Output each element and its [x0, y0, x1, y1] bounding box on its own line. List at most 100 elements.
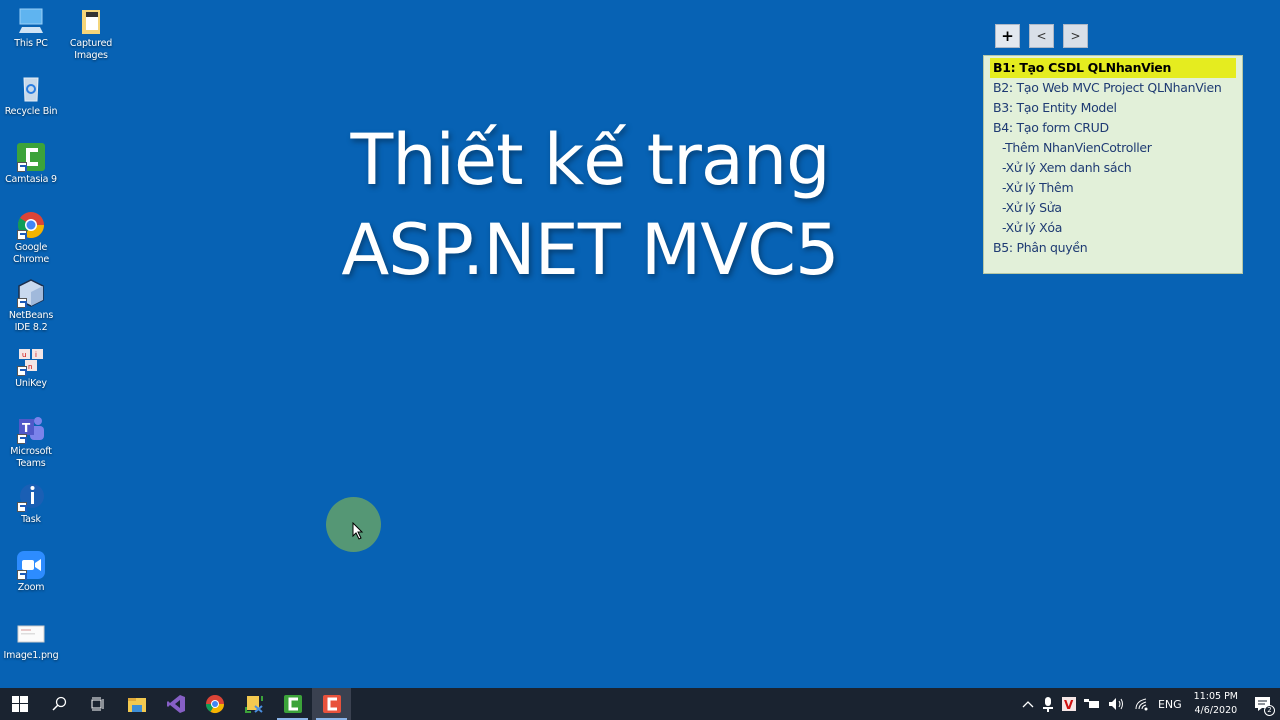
recycle-bin-icon: [16, 74, 46, 104]
this-pc-icon: [16, 6, 46, 36]
image-file-icon: [16, 618, 46, 648]
outline-item-b5[interactable]: B5: Phân quyền: [984, 238, 1242, 258]
start-button[interactable]: [0, 688, 39, 720]
previous-button[interactable]: <: [1029, 24, 1054, 48]
taskbar-camtasia-recorder[interactable]: [312, 688, 351, 720]
svg-text:n: n: [28, 363, 32, 371]
action-center-button[interactable]: 2: [1246, 688, 1280, 720]
outline-subitem-xoa[interactable]: -Xử lý Xóa: [984, 218, 1242, 238]
slide-title-line-1: Thiết kế trang: [350, 119, 830, 201]
slide-title: Thiết kế trang ASP.NET MVC5: [300, 115, 880, 295]
notification-count-badge: 2: [1264, 705, 1275, 716]
chrome-icon: [205, 695, 224, 714]
shortcut-arrow-icon: [17, 366, 27, 376]
file-explorer-icon: [127, 698, 146, 712]
language-indicator[interactable]: ENG: [1154, 688, 1186, 720]
show-hidden-icons-button[interactable]: [1018, 688, 1038, 720]
svg-text:u: u: [22, 351, 26, 359]
unikey-tray-button[interactable]: V: [1058, 688, 1080, 720]
chevron-up-icon: [1022, 701, 1034, 708]
desktop-icon-zoom[interactable]: Zoom: [0, 550, 62, 594]
task-icon: [16, 482, 46, 512]
svg-text:i: i: [35, 351, 37, 359]
desktop-icon-label: Image1.png: [3, 650, 59, 661]
outline-subitem-sua[interactable]: -Xử lý Sửa: [984, 198, 1242, 218]
search-button[interactable]: [39, 688, 78, 720]
desktop-icon-label: Task: [21, 514, 41, 525]
volume-button[interactable]: [1104, 688, 1130, 720]
outline-subitem-them-controller[interactable]: -Thêm NhanVienCotroller: [984, 138, 1242, 158]
speaker-icon: [1108, 698, 1123, 710]
shortcut-arrow-icon: [17, 570, 27, 580]
camtasia-icon: [283, 695, 302, 713]
desktop-icon-netbeans[interactable]: NetBeans IDE 8.2: [0, 278, 62, 334]
add-button[interactable]: +: [995, 24, 1020, 48]
mouse-cursor-icon: [352, 522, 364, 540]
unikey-icon: u in: [16, 346, 46, 376]
desktop-icon-microsoft-teams[interactable]: T Microsoft Teams: [0, 414, 62, 470]
taskbar-camtasia-studio[interactable]: [273, 688, 312, 720]
desktop-icon-image1[interactable]: Image1.png: [0, 618, 62, 662]
taskbar-file-explorer[interactable]: [117, 688, 156, 720]
next-button[interactable]: >: [1063, 24, 1088, 48]
folder-icon: [76, 6, 106, 36]
shortcut-arrow-icon: [17, 434, 27, 444]
chrome-icon: [16, 210, 46, 240]
microphone-icon: [1042, 697, 1053, 712]
clock-date: 4/6/2020: [1194, 705, 1238, 716]
desktop-icon-label: Zoom: [17, 582, 45, 593]
clock[interactable]: 11:05 PM 4/6/2020: [1186, 690, 1246, 718]
task-view-icon: [91, 697, 103, 711]
desktop-icon-label: Google Chrome: [12, 242, 50, 265]
system-tray: V ENG 11:05 PM 4/6/2020 2: [1018, 688, 1280, 720]
clock-time: 11:05 PM: [1193, 691, 1238, 702]
desktop-icon-label: Recycle Bin: [4, 106, 58, 117]
windows-logo-icon: [11, 696, 28, 712]
desktop-icon-label: NetBeans IDE 8.2: [8, 310, 54, 333]
desktop-icon-recycle-bin[interactable]: Recycle Bin: [0, 74, 62, 118]
shortcut-arrow-icon: [17, 298, 27, 308]
battery-button[interactable]: [1080, 688, 1104, 720]
outline-subitem-xem-danh-sach[interactable]: -Xử lý Xem danh sách: [984, 158, 1242, 178]
desktop-icon-label: UniKey: [15, 378, 47, 389]
desktop-icon-label: Captured Images: [69, 38, 113, 61]
desktop-icon-label: Microsoft Teams: [10, 446, 52, 469]
taskbar-visual-studio[interactable]: [156, 688, 195, 720]
outline-panel: B1: Tạo CSDL QLNhanVien B2: Tạo Web MVC …: [983, 55, 1243, 274]
zoom-icon: [16, 550, 46, 580]
outline-item-b1[interactable]: B1: Tạo CSDL QLNhanVien: [990, 58, 1236, 78]
outline-item-b2[interactable]: B2: Tạo Web MVC Project QLNhanVien: [984, 78, 1242, 98]
outline-nav: + < >: [995, 24, 1088, 48]
snipping-tool-icon: [244, 696, 263, 713]
desktop-icon-camtasia[interactable]: Camtasia 9: [0, 142, 62, 186]
taskbar-snipping-tool[interactable]: [234, 688, 273, 720]
taskbar: V ENG 11:05 PM 4/6/2020 2: [0, 688, 1280, 720]
taskbar-chrome[interactable]: [195, 688, 234, 720]
netbeans-icon: [16, 278, 46, 308]
outline-item-b4[interactable]: B4: Tạo form CRUD: [984, 118, 1242, 138]
desktop-icon-google-chrome[interactable]: Google Chrome: [0, 210, 62, 266]
search-icon: [51, 696, 66, 711]
desktop-icon-label: This PC: [14, 38, 48, 49]
desktop-icon-task[interactable]: Task: [0, 482, 62, 526]
visual-studio-icon: [166, 695, 185, 713]
shortcut-arrow-icon: [17, 230, 27, 240]
slide-title-line-2: ASP.NET MVC5: [341, 209, 839, 291]
battery-icon: [1083, 699, 1099, 708]
teams-icon: T: [16, 414, 46, 444]
desktop-icon-captured-images[interactable]: Captured Images: [60, 6, 122, 62]
outline-item-b3[interactable]: B3: Tạo Entity Model: [984, 98, 1242, 118]
desktop-icon-label: Camtasia 9: [5, 174, 57, 185]
camtasia-recorder-icon: [322, 695, 341, 713]
wifi-icon: [1135, 698, 1148, 711]
camtasia-icon: [16, 142, 46, 172]
desktop-icon-unikey[interactable]: u in UniKey: [0, 346, 62, 390]
outline-subitem-them[interactable]: -Xử lý Thêm: [984, 178, 1242, 198]
svg-text:V: V: [1064, 698, 1074, 711]
task-view-button[interactable]: [78, 688, 117, 720]
shortcut-arrow-icon: [17, 502, 27, 512]
desktop: This PC Captured Images Recycle Bin Camt…: [0, 0, 1280, 688]
desktop-icon-this-pc[interactable]: This PC: [0, 6, 62, 50]
network-button[interactable]: [1130, 688, 1154, 720]
microphone-button[interactable]: [1038, 688, 1058, 720]
